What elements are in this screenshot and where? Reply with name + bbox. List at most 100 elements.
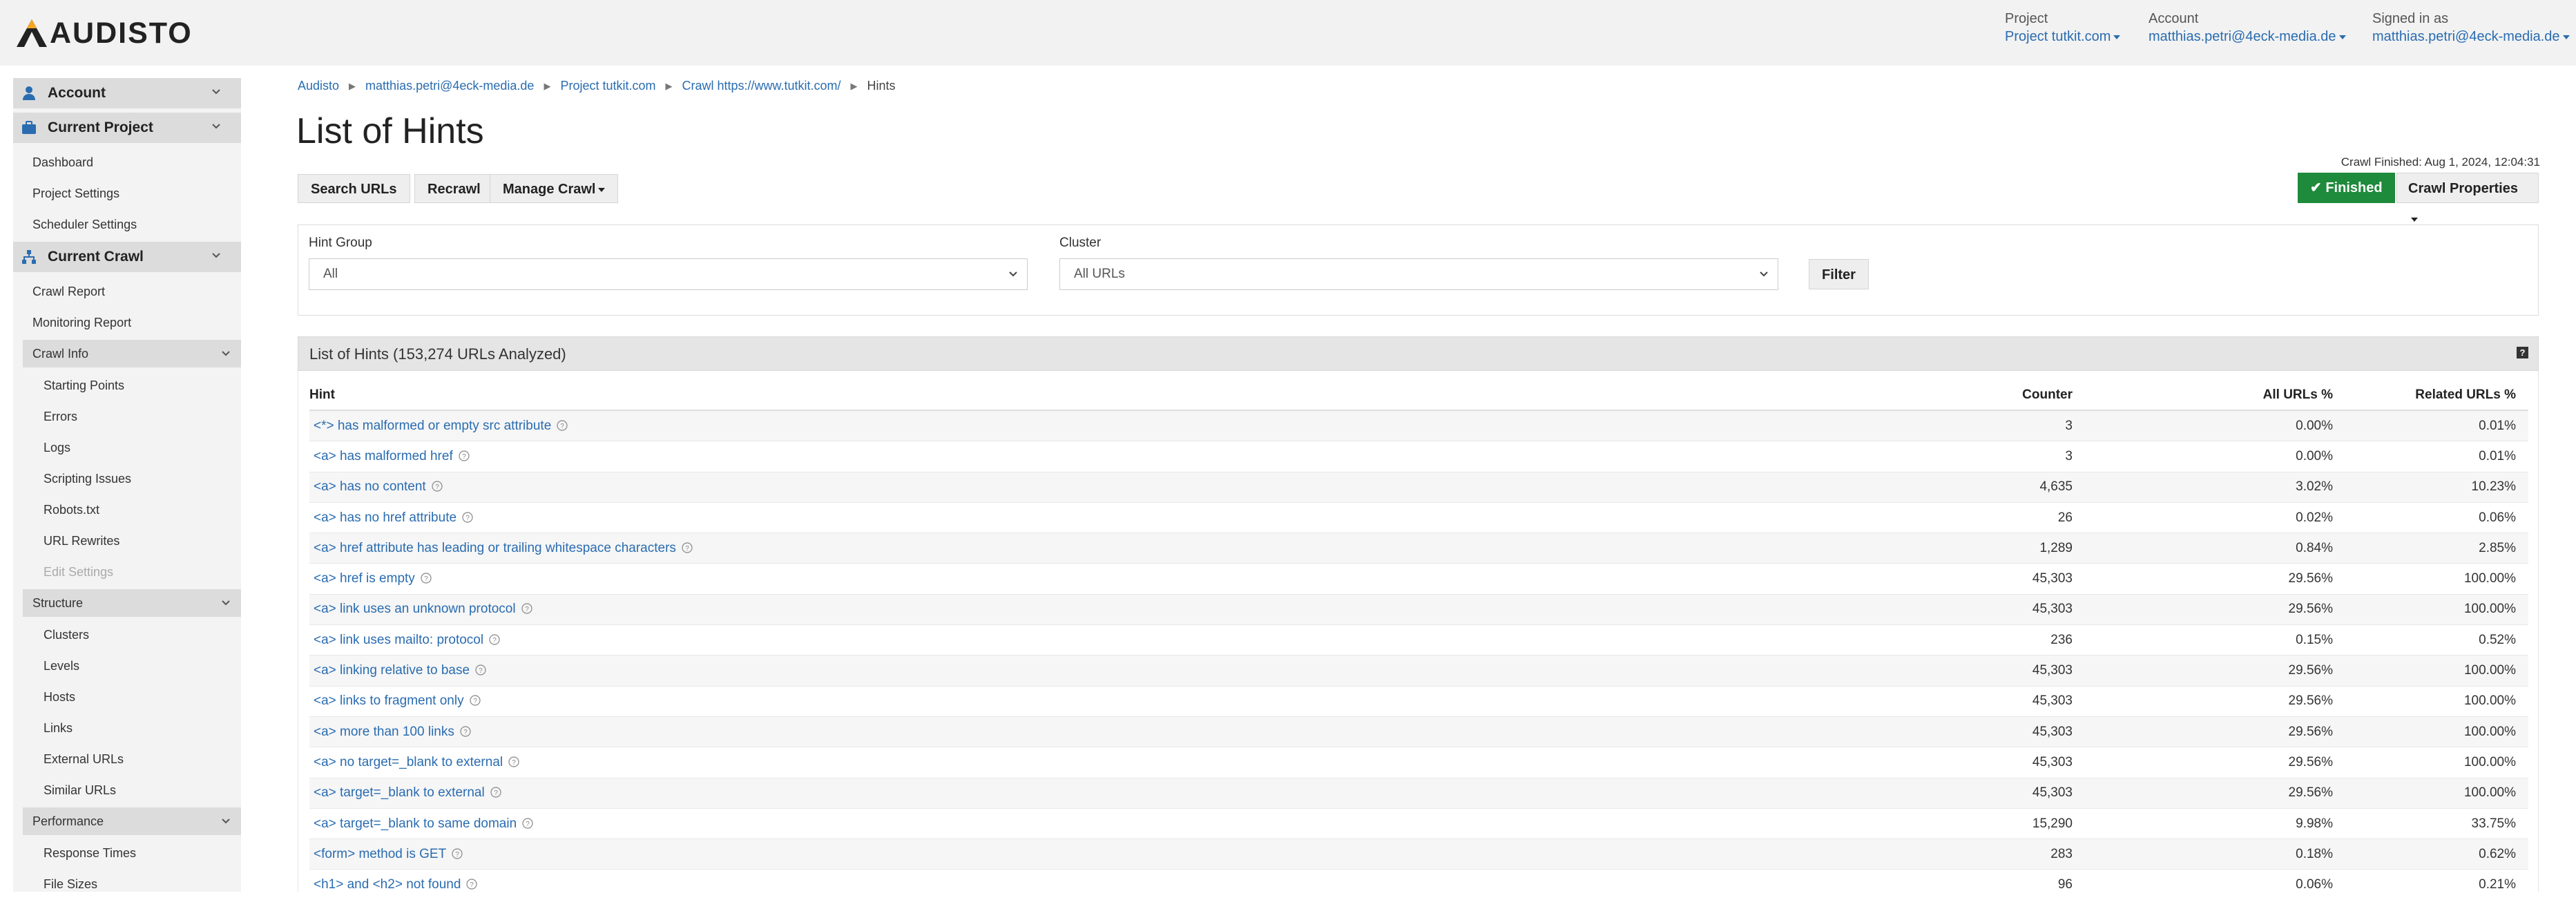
help-circle-icon[interactable]: ? [557, 420, 568, 431]
hint-link[interactable]: <a> href attribute has leading or traili… [314, 541, 676, 555]
project-dropdown[interactable]: Project tutkit.com [2005, 28, 2121, 46]
hint-link[interactable]: <a> links to fragment only [314, 693, 464, 708]
hint-link[interactable]: <*> has malformed or empty src attribute [314, 419, 551, 433]
manage-crawl-button[interactable]: Manage Crawl [490, 174, 619, 203]
caret-down-icon [2113, 35, 2121, 39]
column-header-related-urls[interactable]: Related URLs % [2345, 381, 2528, 411]
help-circle-icon[interactable]: ? [489, 634, 500, 645]
crawl-properties-button[interactable]: Crawl Properties [2396, 173, 2539, 222]
column-header-counter[interactable]: Counter [1872, 381, 2085, 411]
sidebar-section-label: Current Crawl [48, 249, 144, 265]
sitemap-icon [22, 250, 36, 264]
sidebar-item-crawl-report[interactable]: Crawl Report [13, 276, 241, 307]
help-circle-icon[interactable]: ? [432, 481, 443, 492]
hint-group-label: Hint Group [309, 236, 372, 250]
sidebar-section-current-project[interactable]: Current Project [13, 113, 241, 143]
help-circle-icon[interactable]: ? [475, 664, 486, 676]
help-circle-icon[interactable]: ? [460, 726, 471, 737]
cluster-select[interactable]: All URLs [1059, 258, 1778, 290]
project-menu[interactable]: Project Project tutkit.com [2005, 10, 2121, 46]
hint-link[interactable]: <a> no target=_blank to external [314, 755, 503, 769]
counter-cell: 96 [1872, 869, 2085, 900]
hint-link[interactable]: <form> method is GET [314, 847, 446, 861]
hint-link[interactable]: <a> more than 100 links [314, 725, 454, 739]
sidebar-section-current-crawl[interactable]: Current Crawl [13, 242, 241, 272]
search-urls-button[interactable]: Search URLs [298, 174, 410, 203]
account-menu[interactable]: Account matthias.petri@4eck-media.de [2149, 10, 2346, 46]
hint-cell: <form> method is GET? [309, 839, 1872, 870]
hint-link[interactable]: <a> target=_blank to same domain [314, 816, 517, 831]
sidebar-item-clusters[interactable]: Clusters [13, 620, 241, 651]
hint-link[interactable]: <a> has no href attribute [314, 510, 456, 525]
account-dropdown[interactable]: matthias.petri@4eck-media.de [2149, 28, 2346, 46]
hint-link[interactable]: <a> has no content [314, 479, 426, 494]
help-circle-icon[interactable]: ? [682, 542, 693, 553]
sidebar-item-file-sizes[interactable]: File Sizes [13, 869, 241, 892]
sidebar-item-scheduler-settings[interactable]: Scheduler Settings [13, 209, 241, 240]
breadcrumb-account[interactable]: matthias.petri@4eck-media.de [365, 79, 534, 93]
help-circle-icon[interactable]: ? [469, 695, 481, 706]
caret-down-icon [2562, 35, 2570, 39]
hint-link[interactable]: <a> has malformed href [314, 449, 453, 463]
sidebar-item-external-urls[interactable]: External URLs [13, 744, 241, 775]
sidebar-item-project-settings[interactable]: Project Settings [13, 178, 241, 209]
help-circle-icon[interactable]: ? [421, 573, 432, 584]
sidebar-group-label: Crawl Info [32, 347, 89, 361]
breadcrumb-audisto[interactable]: Audisto [298, 79, 339, 93]
finished-status-button[interactable]: ✔ Finished [2298, 173, 2395, 203]
sidebar-item-monitoring-report[interactable]: Monitoring Report [13, 307, 241, 338]
sidebar-item-links[interactable]: Links [13, 713, 241, 744]
filter-button[interactable]: Filter [1809, 259, 1869, 289]
breadcrumb-project[interactable]: Project tutkit.com [560, 79, 655, 93]
hint-link[interactable]: <a> href is empty [314, 571, 415, 586]
hints-panel-title: List of Hints (153,274 URLs Analyzed) [309, 345, 566, 363]
counter-cell: 45,303 [1872, 777, 2085, 809]
hint-link[interactable]: <a> link uses mailto: protocol [314, 633, 483, 647]
svg-text:?: ? [479, 667, 483, 675]
crawl-properties-label: Crawl Properties [2408, 181, 2518, 196]
top-bar: AUDISTO Project Project tutkit.com Accou… [0, 0, 2576, 66]
hint-link[interactable]: <a> link uses an unknown protocol [314, 602, 516, 616]
sidebar-item-url-rewrites[interactable]: URL Rewrites [13, 526, 241, 557]
sidebar-item-levels[interactable]: Levels [13, 651, 241, 682]
help-icon[interactable]: ? [2517, 347, 2528, 358]
sidebar-item-errors[interactable]: Errors [13, 401, 241, 432]
hint-group-select[interactable]: All [309, 258, 1028, 290]
sidebar-group-performance[interactable]: Performance [23, 807, 241, 835]
sidebar-item-starting-points[interactable]: Starting Points [13, 370, 241, 401]
column-header-hint[interactable]: Hint [309, 381, 1872, 411]
cluster-label: Cluster [1059, 236, 1102, 250]
help-circle-icon[interactable]: ? [459, 450, 470, 461]
help-circle-icon[interactable]: ? [508, 756, 519, 767]
signed-in-menu[interactable]: Signed in as matthias.petri@4eck-media.d… [2372, 10, 2570, 46]
sidebar-section-label: Current Project [48, 119, 153, 135]
help-circle-icon[interactable]: ? [452, 848, 463, 859]
help-circle-icon[interactable]: ? [466, 879, 478, 890]
breadcrumb-crawl[interactable]: Crawl https://www.tutkit.com/ [682, 79, 840, 93]
sidebar-item-dashboard[interactable]: Dashboard [13, 147, 241, 178]
hint-link[interactable]: <a> linking relative to base [314, 663, 470, 678]
recrawl-button[interactable]: Recrawl [414, 174, 494, 203]
counter-cell: 45,303 [1872, 747, 2085, 778]
hint-link[interactable]: <a> target=_blank to external [314, 785, 485, 800]
help-circle-icon[interactable]: ? [490, 787, 501, 798]
sidebar-item-scripting-issues[interactable]: Scripting Issues [13, 463, 241, 495]
sidebar-item-hosts[interactable]: Hosts [13, 682, 241, 713]
sidebar-item-response-times[interactable]: Response Times [13, 838, 241, 869]
sidebar-item-edit-settings: Edit Settings [44, 565, 114, 579]
sidebar-item-robots-txt[interactable]: Robots.txt [13, 495, 241, 526]
column-header-all-urls[interactable]: All URLs % [2085, 381, 2345, 411]
sidebar-section-account[interactable]: Account [13, 78, 241, 108]
sidebar-group-crawl-info[interactable]: Crawl Info [23, 340, 241, 367]
all-urls-percent-cell: 29.56% [2085, 716, 2345, 747]
hint-link[interactable]: <h1> and <h2> not found [314, 877, 461, 892]
sidebar-item-similar-urls[interactable]: Similar URLs [13, 775, 241, 806]
sidebar-group-structure[interactable]: Structure [23, 589, 241, 617]
audisto-logo[interactable]: AUDISTO [15, 17, 193, 50]
signed-in-dropdown[interactable]: matthias.petri@4eck-media.de [2372, 28, 2570, 46]
sidebar-item-logs[interactable]: Logs [13, 432, 241, 463]
help-circle-icon[interactable]: ? [462, 511, 473, 523]
help-circle-icon[interactable]: ? [521, 603, 532, 615]
help-circle-icon[interactable]: ? [522, 817, 533, 829]
all-urls-percent-cell: 29.56% [2085, 685, 2345, 717]
